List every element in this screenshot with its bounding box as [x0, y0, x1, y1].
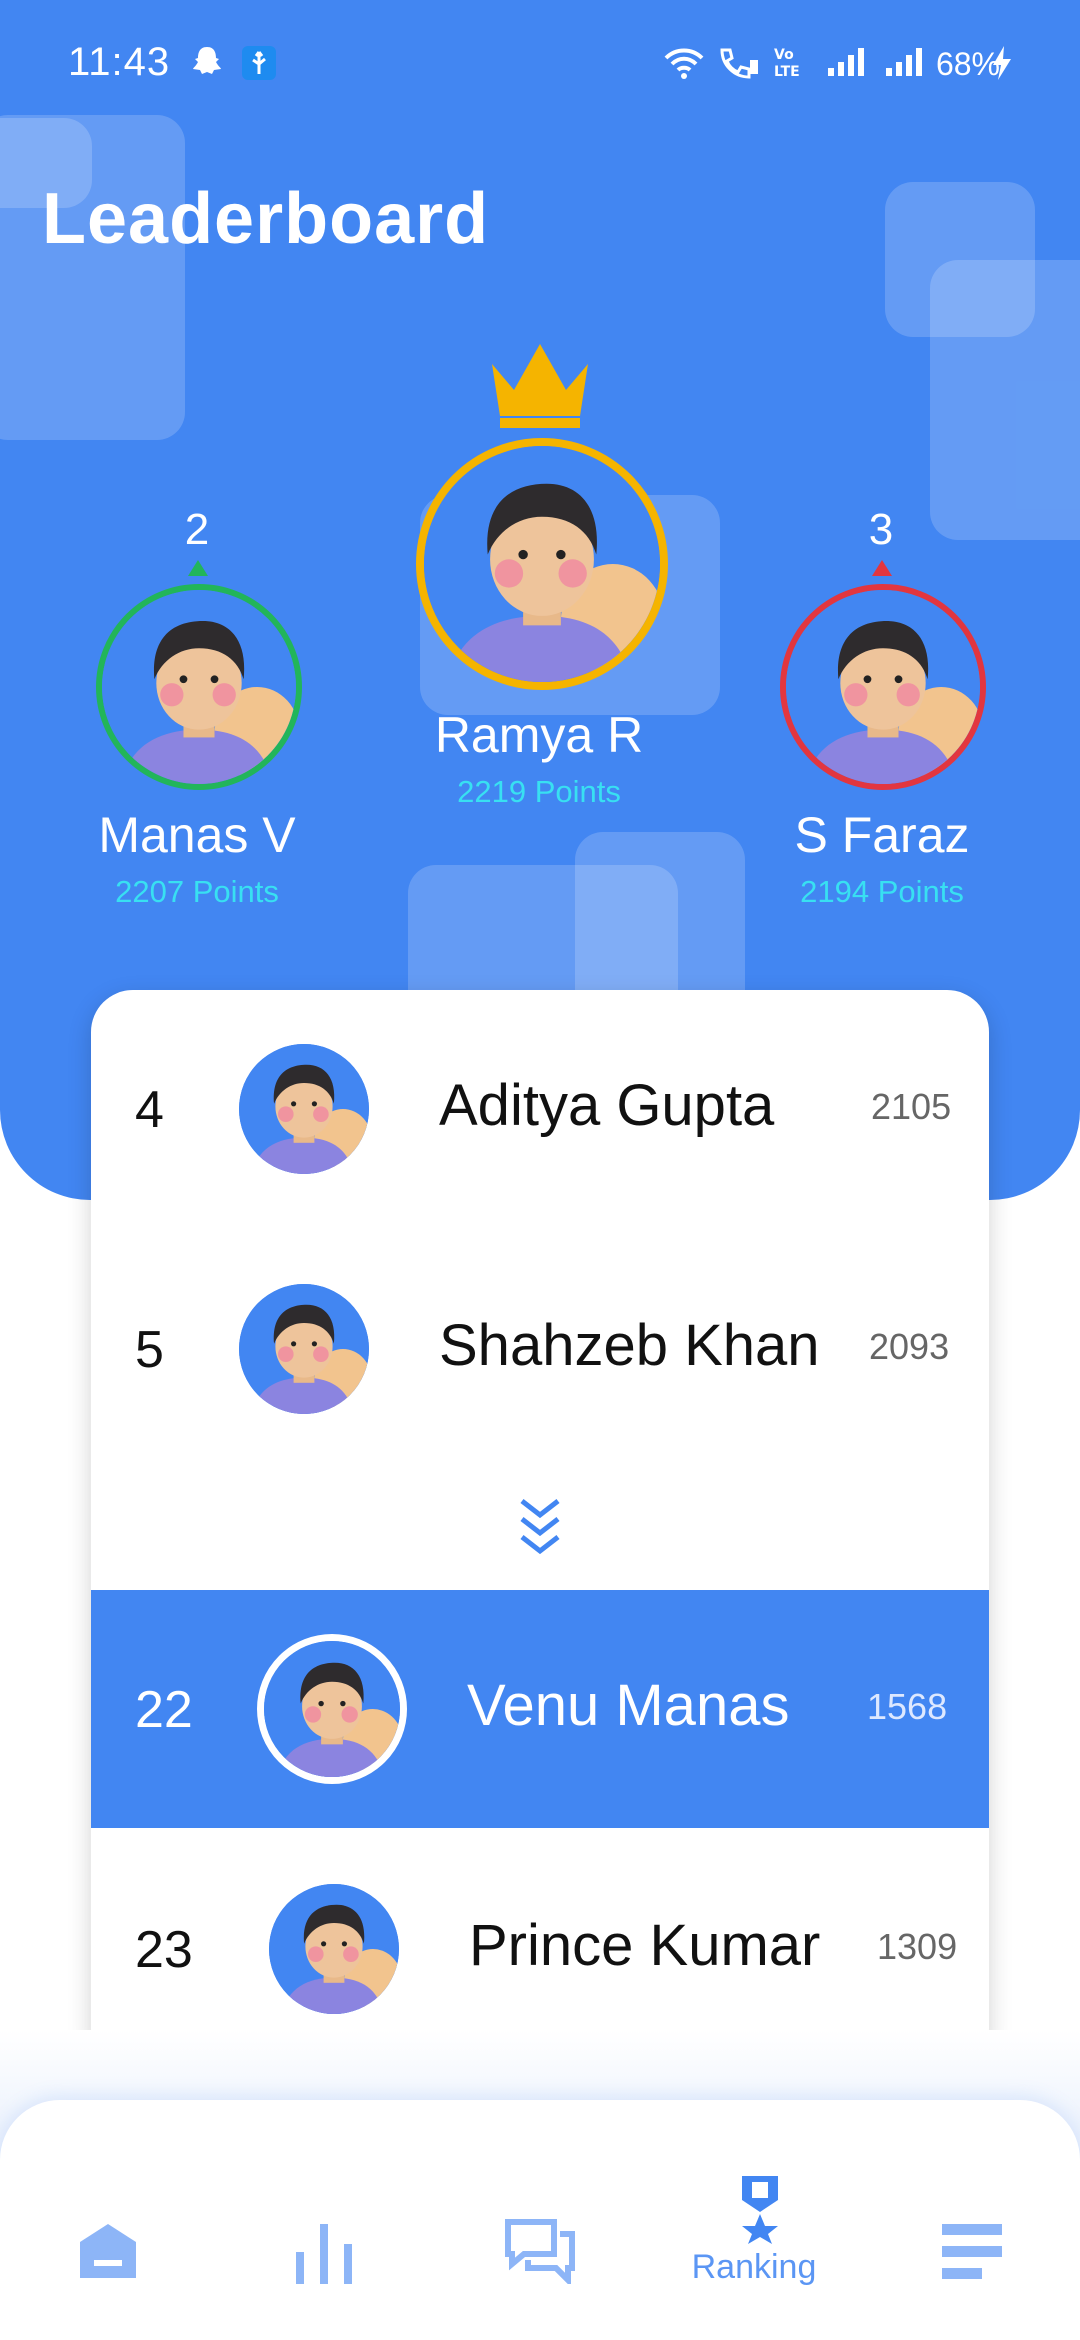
nav-home[interactable]: [42, 2180, 172, 2320]
leaderboard-list: 4 Aditya Gupta 2105 5 Shahzeb Khan 2093 …: [91, 990, 989, 2070]
podium-second-points: 2207 Points: [115, 874, 279, 909]
podium-second-rank: 2: [184, 505, 210, 554]
nav-stats[interactable]: [258, 2180, 388, 2320]
list-item-name: Aditya Gupta: [439, 1073, 775, 1138]
list-item-current-user[interactable]: 22 Venu Manas 1568: [91, 1590, 989, 1828]
list-item-rank: 4: [135, 1081, 164, 1139]
decor-glass: [930, 260, 1080, 540]
avatar-third: [780, 584, 986, 790]
list-item-name: Shahzeb Khan: [439, 1313, 820, 1378]
ranking-medal-icon: [734, 2174, 786, 2249]
avatar: [239, 1044, 369, 1174]
menu-icon: [942, 2224, 1002, 2285]
nav-ranking-label: Ranking: [691, 2248, 817, 2286]
podium-first-name: Ramya R: [434, 707, 644, 763]
signal-icon: [826, 46, 868, 83]
list-item-score: 2093: [869, 1326, 950, 1367]
podium-second-name: Manas V: [98, 807, 296, 863]
podium-third-rank: 3: [868, 505, 894, 554]
podium-third-name: S Faraz: [794, 807, 970, 863]
svg-text:LTE: LTE: [774, 64, 800, 80]
list-item[interactable]: 4 Aditya Gupta 2105: [91, 990, 989, 1228]
charging-icon: [990, 44, 1014, 87]
avatar-second: [96, 584, 302, 790]
usb-debug-icon: [240, 44, 278, 87]
page-title: Leaderboard: [42, 179, 490, 259]
svg-text:Vo: Vo: [774, 47, 794, 63]
avatar: [269, 1884, 399, 2014]
rank-up-icon: [188, 560, 208, 576]
chat-icon: [504, 2218, 576, 2289]
list-item-score: 1568: [867, 1686, 948, 1727]
list-item-name: Prince Kumar: [469, 1913, 821, 1978]
rank-up-icon: [872, 560, 892, 576]
show-more-icon[interactable]: [512, 1495, 568, 1555]
list-item-name: Venu Manas: [467, 1673, 790, 1738]
list-item[interactable]: 5 Shahzeb Khan 2093: [91, 1230, 989, 1468]
list-item-rank: 23: [135, 1921, 193, 1979]
wifi-icon: [664, 46, 704, 85]
podium-first-points: 2219 Points: [457, 774, 621, 809]
home-icon: [76, 2220, 140, 2289]
crown-icon: [484, 338, 596, 435]
snapchat-icon: [190, 44, 224, 83]
stats-icon: [292, 2218, 356, 2291]
nav-chat[interactable]: [474, 2180, 604, 2320]
list-item-score: 2105: [871, 1086, 952, 1127]
bottom-nav: Ranking: [0, 2100, 1080, 2340]
avatar-first: [416, 438, 668, 690]
status-time: 11:43: [68, 40, 171, 84]
list-item-rank: 5: [135, 1321, 164, 1379]
list-item-score: 1309: [877, 1926, 958, 1967]
signal-icon-2: [884, 46, 926, 83]
list-item-rank: 22: [135, 1681, 193, 1739]
avatar: [239, 1284, 369, 1414]
podium-third-points: 2194 Points: [800, 874, 964, 909]
wifi-call-icon: [716, 44, 760, 85]
nav-ranking[interactable]: Ranking: [690, 2176, 820, 2320]
volte-icon: Vo LTE: [772, 44, 812, 85]
avatar: [257, 1634, 407, 1784]
nav-menu[interactable]: [906, 2180, 1036, 2320]
status-bar: 11:43 Vo LTE 68%: [0, 0, 1080, 130]
